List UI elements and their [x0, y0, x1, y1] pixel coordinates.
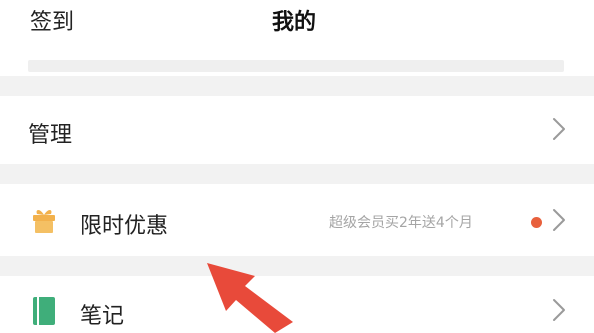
- chevron-right-icon: [552, 117, 566, 141]
- chevron-right-icon: [552, 298, 566, 322]
- notes-row[interactable]: 笔记: [0, 276, 594, 333]
- sign-in-button[interactable]: 签到: [30, 4, 74, 36]
- page-title: 我的: [272, 10, 317, 35]
- promo-row[interactable]: 限时优惠 超级会员买2年送4个月: [0, 184, 594, 256]
- manage-row[interactable]: 管理: [0, 96, 594, 164]
- promo-note: 超级会员买2年送4个月: [329, 215, 473, 231]
- my-page-screen: 签到 我的 管理 限时优惠 超级会员买2年送4个月 笔记: [0, 0, 594, 333]
- promo-label: 限时优惠: [80, 214, 169, 239]
- notes-label: 笔记: [80, 304, 125, 329]
- manage-label: 管理: [28, 123, 73, 148]
- gift-icon: [30, 206, 58, 234]
- top-header: 签到 我的: [0, 0, 594, 76]
- notebook-icon: [32, 296, 56, 326]
- notification-dot: [531, 217, 542, 228]
- header-strip: [28, 60, 564, 72]
- chevron-right-icon: [552, 208, 566, 232]
